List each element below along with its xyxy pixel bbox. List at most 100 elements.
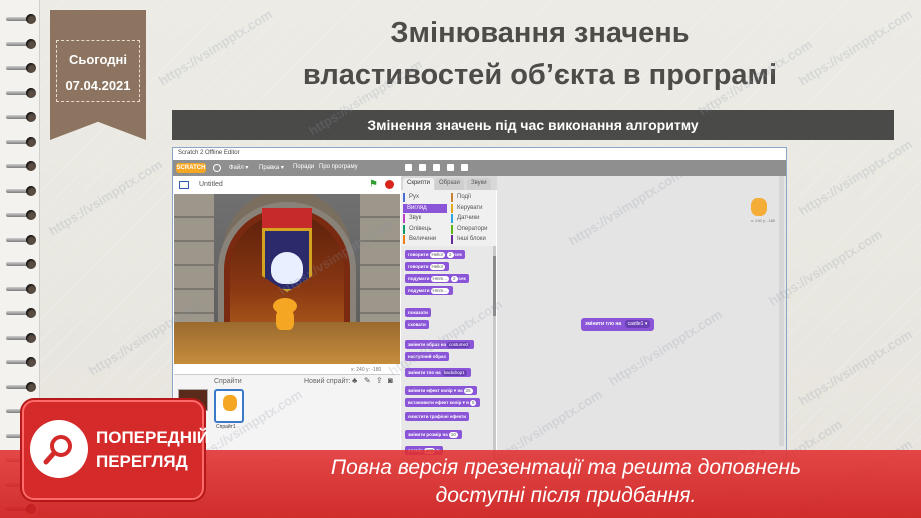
new-sprite-label: Новий спрайт: bbox=[304, 378, 351, 385]
backdrop-dropdown[interactable]: castle1 ▾ bbox=[624, 320, 651, 328]
block-label: наступний образ bbox=[408, 354, 446, 359]
badge-text-line2: ПЕРЕГЛЯД bbox=[96, 452, 188, 471]
menu-about[interactable]: Про програму bbox=[319, 164, 358, 170]
today-label: Сьогодні bbox=[68, 52, 128, 67]
ring-hole bbox=[26, 14, 36, 24]
block-suffix: сек bbox=[454, 252, 462, 257]
block-dropdown[interactable]: costume2 bbox=[446, 342, 471, 348]
sprite-name: Спрайт1 bbox=[216, 424, 236, 430]
blocks-palette: говорити Hello! 2 сек говорити Hello! подумати… bbox=[401, 246, 496, 459]
badge-text-line1: ПОПЕРЕДНІЙ bbox=[96, 428, 210, 447]
stage[interactable] bbox=[174, 194, 400, 364]
menu-file[interactable]: Файл ▾ bbox=[229, 164, 248, 171]
binding-ring bbox=[6, 136, 36, 147]
duplicate-icon[interactable] bbox=[405, 164, 412, 171]
looks-block[interactable]: очистити графічні ефекти bbox=[405, 412, 469, 421]
stage-coordinates: x: 240 y: -180 bbox=[351, 367, 382, 373]
globe-icon[interactable] bbox=[213, 164, 221, 172]
looks-block[interactable]: сховати bbox=[405, 320, 429, 329]
looks-block[interactable]: змінити тло на backdrop1 bbox=[405, 368, 471, 377]
sprite-thumbnail[interactable] bbox=[214, 389, 244, 423]
block-label: змінити тло на bbox=[408, 370, 441, 375]
tab-costumes[interactable]: Образи bbox=[435, 178, 464, 190]
block-dropdown[interactable]: backdrop1 bbox=[441, 370, 467, 376]
looks-block[interactable]: змінити ефект колір ▾ на 25 bbox=[405, 386, 477, 395]
delete-icon[interactable] bbox=[419, 164, 426, 171]
camera-icon[interactable]: ◙ bbox=[388, 377, 396, 385]
looks-block[interactable]: подумати Hmm... bbox=[405, 286, 454, 295]
fullscreen-icon[interactable] bbox=[179, 181, 189, 189]
looks-block[interactable]: змінити образ на costume2 bbox=[405, 340, 475, 349]
binding-ring bbox=[6, 210, 36, 220]
cat-head bbox=[273, 298, 297, 314]
category-item[interactable]: Керувати bbox=[451, 203, 495, 213]
looks-block[interactable]: говорити Hello! 2 сек bbox=[405, 250, 465, 259]
binding-ring bbox=[6, 332, 36, 343]
category-item[interactable]: Події bbox=[451, 193, 495, 202]
looks-block[interactable]: говорити Hello! bbox=[405, 262, 450, 271]
looks-block[interactable]: наступний образ bbox=[405, 352, 449, 361]
slide-title-line1: Змінювання значень bbox=[390, 17, 690, 49]
category-item[interactable]: Вигляд bbox=[403, 203, 447, 213]
green-flag-icon[interactable]: ⚑ bbox=[369, 180, 379, 190]
block-input[interactable]: 10 bbox=[448, 432, 458, 438]
cat-thumbnail-icon bbox=[223, 395, 237, 411]
block-label: говорити bbox=[408, 252, 429, 257]
switch-backdrop-block[interactable]: змінити тло на castle1 ▾ bbox=[581, 318, 655, 331]
ring-hole bbox=[26, 357, 36, 367]
block-input[interactable]: 25 bbox=[463, 388, 473, 394]
ring-hole bbox=[26, 308, 36, 318]
binding-ring bbox=[6, 87, 36, 98]
block-input[interactable]: Hello! bbox=[429, 264, 446, 270]
block-label: змінити образ на bbox=[408, 342, 446, 347]
palette-scroll-thumb[interactable] bbox=[493, 256, 496, 316]
preview-message-line1: Повна версія презентації та решта доповн… bbox=[330, 456, 802, 479]
script-vertical-scrollbar[interactable] bbox=[779, 176, 784, 446]
category-item[interactable]: Оператори bbox=[451, 224, 495, 234]
binding-ring bbox=[6, 381, 36, 392]
block-input[interactable]: Hmm... bbox=[430, 276, 450, 282]
category-item[interactable]: Звук bbox=[403, 214, 447, 223]
binding-ring bbox=[6, 259, 36, 269]
tab-scripts[interactable]: Скрипти bbox=[403, 178, 434, 190]
category-item[interactable]: Інші блоки bbox=[451, 235, 495, 244]
block-label: встановити ефект колір ▾ в bbox=[408, 400, 469, 405]
upload-sprite-icon[interactable]: ⇪ bbox=[376, 377, 384, 385]
category-item[interactable]: Датчики bbox=[451, 214, 495, 223]
binding-ring bbox=[6, 112, 36, 122]
binding-ring bbox=[6, 283, 36, 294]
grow-icon[interactable] bbox=[433, 164, 440, 171]
category-item[interactable]: Рух bbox=[403, 193, 447, 202]
shrink-icon[interactable] bbox=[447, 164, 454, 171]
ring-hole bbox=[26, 112, 36, 122]
block-input[interactable]: 0 bbox=[469, 400, 477, 406]
tab-sounds[interactable]: Звуки bbox=[467, 178, 491, 190]
block-input[interactable]: Hmm... bbox=[430, 288, 450, 294]
category-item[interactable]: Величини bbox=[403, 235, 447, 244]
ring-hole bbox=[26, 234, 36, 245]
paint-sprite-icon[interactable]: ✎ bbox=[364, 377, 372, 385]
category-item[interactable]: Олівець bbox=[403, 224, 447, 234]
looks-block[interactable]: встановити ефект колір ▾ в0 bbox=[405, 398, 481, 407]
looks-block[interactable]: показати bbox=[405, 308, 431, 317]
help-icon[interactable] bbox=[461, 164, 468, 171]
block-input[interactable]: 2 bbox=[451, 276, 458, 282]
date-value: 07.04.2021 bbox=[65, 78, 131, 93]
sprites-label: Спрайти bbox=[214, 378, 242, 385]
menu-edit[interactable]: Правка ▾ bbox=[259, 164, 284, 171]
block-input[interactable]: Hello! bbox=[429, 252, 446, 258]
block-label: говорити bbox=[408, 264, 429, 269]
slide-title-line2: властивостей об’єкта в програмі bbox=[302, 59, 778, 91]
ring-hole bbox=[26, 161, 36, 171]
cat-sprite[interactable] bbox=[270, 298, 300, 332]
script-area[interactable]: x: 240 y: -180 змінити тло на castle1 ▾ … bbox=[497, 176, 786, 459]
menu-tips[interactable]: Поради bbox=[293, 164, 314, 170]
looks-block[interactable]: змінити розмір на 10 bbox=[405, 430, 462, 439]
block-label: показати bbox=[408, 310, 428, 315]
block-input[interactable]: 2 bbox=[447, 252, 454, 258]
project-name[interactable]: Untitled bbox=[199, 181, 223, 188]
stop-icon[interactable] bbox=[385, 180, 394, 189]
block-label: змінити ефект колір ▾ на bbox=[408, 388, 463, 393]
choose-sprite-icon[interactable]: ♣ bbox=[352, 377, 360, 385]
looks-block[interactable]: подумати Hmm... 2 сек bbox=[405, 274, 469, 283]
